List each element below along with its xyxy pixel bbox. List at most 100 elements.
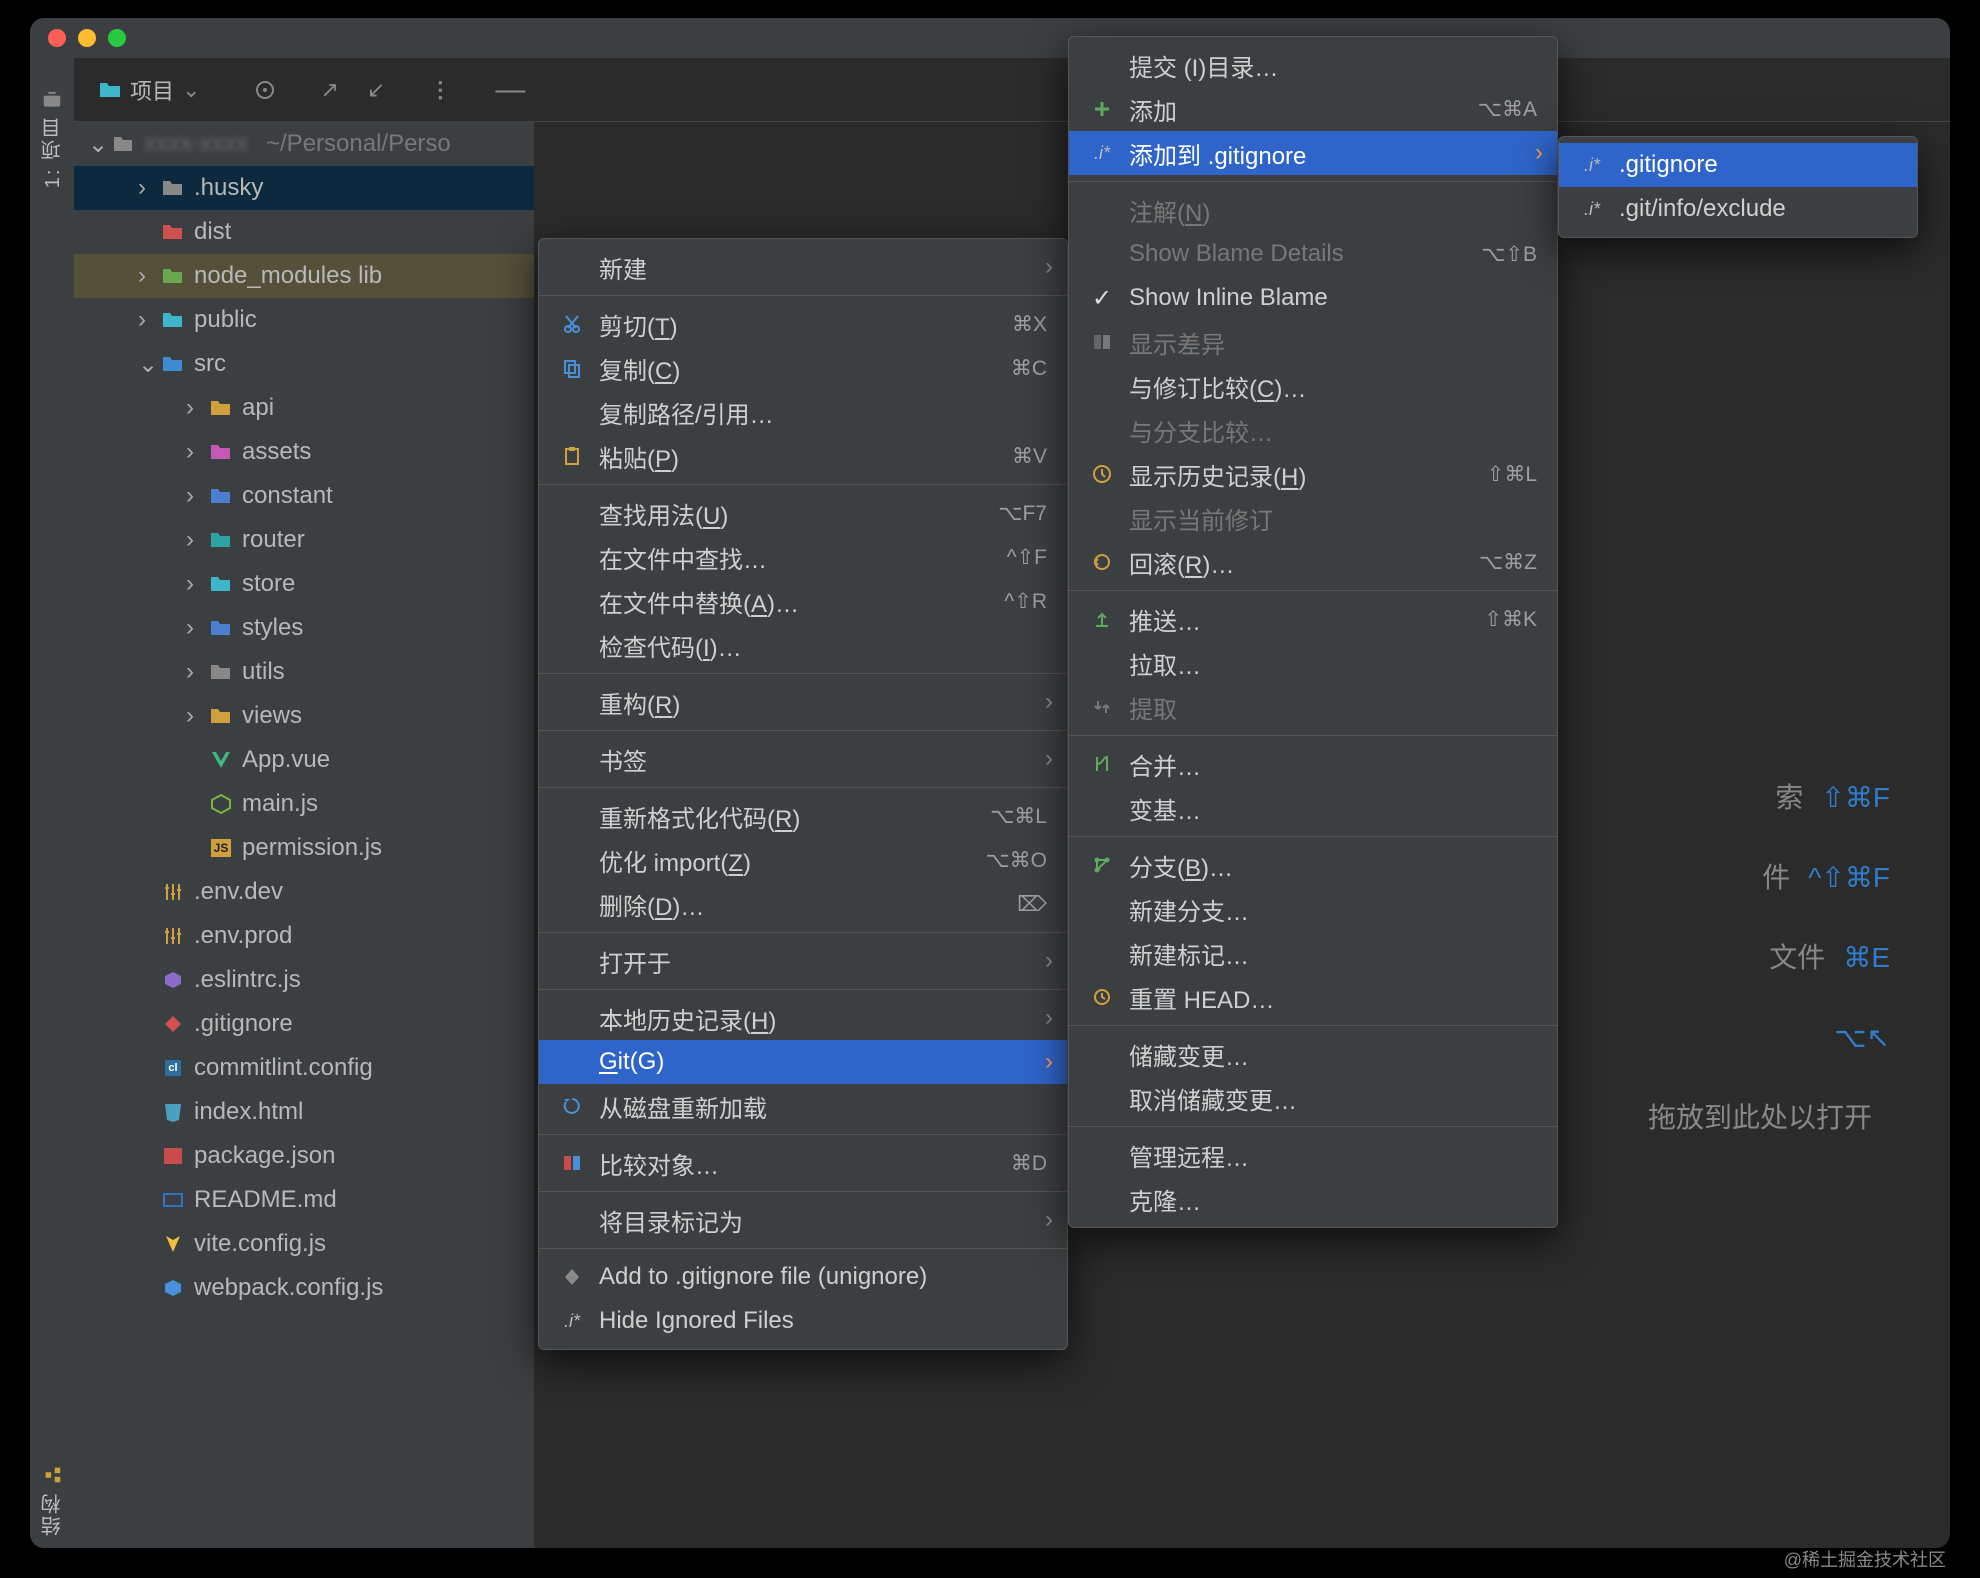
menu-item[interactable]: 克隆… bbox=[1069, 1177, 1557, 1221]
menu-item-label: 提取 bbox=[1129, 690, 1537, 725]
submenu-arrow-icon: › bbox=[1045, 253, 1053, 281]
chevron-icon: ⌄ bbox=[138, 350, 152, 379]
menu-item[interactable]: 推送… ⇧⌘K bbox=[1069, 597, 1557, 641]
menu-item[interactable]: 查找用法(U) ⌥F7 bbox=[539, 491, 1067, 535]
clock-icon bbox=[1089, 464, 1115, 484]
menu-item[interactable]: 重置 HEAD… bbox=[1069, 975, 1557, 1019]
tree-item[interactable]: package.json bbox=[74, 1134, 534, 1178]
tree-item[interactable]: main.js bbox=[74, 782, 534, 826]
tree-item[interactable]: › store bbox=[74, 562, 534, 606]
menu-item[interactable]: 复制路径/引用… bbox=[539, 390, 1067, 434]
target-icon[interactable] bbox=[254, 79, 276, 101]
menu-item[interactable]: 提交 (I)目录… bbox=[1069, 43, 1557, 87]
menu-item[interactable]: .i* .gitignore bbox=[1559, 143, 1917, 187]
menu-item[interactable]: 管理远程… bbox=[1069, 1133, 1557, 1177]
menu-item[interactable]: 重新格式化代码(R) ⌥⌘L bbox=[539, 794, 1067, 838]
project-tool-tab[interactable]: 1: 项目 bbox=[38, 88, 67, 188]
submenu-arrow-icon: › bbox=[1045, 1206, 1053, 1234]
tree-item[interactable]: › api bbox=[74, 386, 534, 430]
tree-item[interactable]: README.md bbox=[74, 1178, 534, 1222]
tree-item[interactable]: index.html bbox=[74, 1090, 534, 1134]
menu-item[interactable]: 储藏变更… bbox=[1069, 1032, 1557, 1076]
tree-item[interactable]: webpack.config.js bbox=[74, 1266, 534, 1310]
tree-item[interactable]: › constant bbox=[74, 474, 534, 518]
menu-item-label: Hide Ignored Files bbox=[599, 1307, 1047, 1335]
tree-item[interactable]: .eslintrc.js bbox=[74, 958, 534, 1002]
collapse-icon[interactable]: ↙ bbox=[367, 77, 385, 103]
menu-item[interactable]: 在文件中替换(A)… ^⇧R bbox=[539, 579, 1067, 623]
menu-item[interactable]: 在文件中查找… ^⇧F bbox=[539, 535, 1067, 579]
tree-item[interactable]: vite.config.js bbox=[74, 1222, 534, 1266]
project-tree[interactable]: ⌄ xxxx-xxxx ~/Personal/Perso › .husky di… bbox=[74, 122, 534, 1548]
menu-item[interactable]: 删除(D)… ⌦ bbox=[539, 882, 1067, 926]
menu-item[interactable]: Add to .gitignore file (unignore) bbox=[539, 1255, 1067, 1299]
tree-item[interactable]: dist bbox=[74, 210, 534, 254]
hint-shortcut: ⌘E bbox=[1843, 918, 1890, 998]
menu-item[interactable]: 显示历史记录(H) ⇧⌘L bbox=[1069, 452, 1557, 496]
menu-item[interactable]: 书签 › bbox=[539, 737, 1067, 781]
menu-item[interactable]: 新建分支… bbox=[1069, 887, 1557, 931]
tree-item[interactable]: › assets bbox=[74, 430, 534, 474]
menu-item[interactable]: 粘贴(P) ⌘V bbox=[539, 434, 1067, 478]
tree-item[interactable]: › utils bbox=[74, 650, 534, 694]
menu-item[interactable]: ✓ Show Inline Blame bbox=[1069, 276, 1557, 320]
tree-item[interactable]: › node_modules lib bbox=[74, 254, 534, 298]
menu-item[interactable]: 新建 › bbox=[539, 245, 1067, 289]
menu-item[interactable]: 新建标记… bbox=[1069, 931, 1557, 975]
menu-item[interactable]: 重构(R) › bbox=[539, 680, 1067, 724]
menu-item[interactable]: 从磁盘重新加载 bbox=[539, 1084, 1067, 1128]
tree-item[interactable]: › styles bbox=[74, 606, 534, 650]
menu-item-label: 与分支比较… bbox=[1129, 413, 1537, 448]
menu-item[interactable]: 本地历史记录(H) › bbox=[539, 996, 1067, 1040]
tree-item[interactable]: › public bbox=[74, 298, 534, 342]
left-tool-rail: 1: 项目 结构 bbox=[30, 58, 74, 1548]
kebab-icon[interactable]: ⋮ bbox=[429, 77, 451, 103]
tree-item[interactable]: ⌄ src bbox=[74, 342, 534, 386]
menu-item[interactable]: 优化 import(Z) ⌥⌘O bbox=[539, 838, 1067, 882]
menu-item[interactable]: 合并… bbox=[1069, 742, 1557, 786]
menu-item[interactable]: .i* .git/info/exclude bbox=[1559, 187, 1917, 231]
chevron-icon: › bbox=[186, 482, 200, 510]
chevron-down-icon: ⌄ bbox=[182, 77, 200, 103]
tree-item[interactable]: › views bbox=[74, 694, 534, 738]
menu-item[interactable]: 检查代码(I)… bbox=[539, 623, 1067, 667]
menu-item[interactable]: 打开于 › bbox=[539, 939, 1067, 983]
menu-item[interactable]: .i* 添加到 .gitignore › bbox=[1069, 131, 1557, 175]
menu-item[interactable]: 变基… bbox=[1069, 786, 1557, 830]
tree-item[interactable]: .env.dev bbox=[74, 870, 534, 914]
tree-item-label: api bbox=[242, 394, 274, 422]
project-root-row[interactable]: ⌄ xxxx-xxxx ~/Personal/Perso bbox=[74, 122, 534, 166]
menu-item[interactable]: 回滚(R)… ⌥⌘Z bbox=[1069, 540, 1557, 584]
menu-item: 与分支比较… bbox=[1069, 408, 1557, 452]
chevron-icon: › bbox=[186, 570, 200, 598]
project-dropdown[interactable]: 项目 ⌄ bbox=[88, 68, 210, 112]
menu-item[interactable]: .i* Hide Ignored Files bbox=[539, 1299, 1067, 1343]
menu-item[interactable]: 剪切(T) ⌘X bbox=[539, 302, 1067, 346]
menu-separator bbox=[539, 989, 1067, 990]
menu-item[interactable]: 分支(B)… bbox=[1069, 843, 1557, 887]
zoom-window-icon[interactable] bbox=[108, 29, 126, 47]
tree-item[interactable]: › router bbox=[74, 518, 534, 562]
menu-item[interactable]: Git(G) › bbox=[539, 1040, 1067, 1084]
title-bar[interactable] bbox=[30, 18, 1950, 58]
menu-item[interactable]: 添加 ⌥⌘A bbox=[1069, 87, 1557, 131]
close-window-icon[interactable] bbox=[48, 29, 66, 47]
menu-item-label: Show Blame Details bbox=[1129, 240, 1447, 268]
menu-item[interactable]: 与修订比较(C)… bbox=[1069, 364, 1557, 408]
menu-item[interactable]: 复制(C) ⌘C bbox=[539, 346, 1067, 390]
menu-item[interactable]: 比较对象… ⌘D bbox=[539, 1141, 1067, 1185]
menu-item[interactable]: 拉取… bbox=[1069, 641, 1557, 685]
menu-item[interactable]: 将目录标记为 › bbox=[539, 1198, 1067, 1242]
minimize-panel-icon[interactable]: — bbox=[495, 73, 525, 107]
menu-item[interactable]: 取消储藏变更… bbox=[1069, 1076, 1557, 1120]
tree-item[interactable]: cl commitlint.config bbox=[74, 1046, 534, 1090]
menu-separator bbox=[539, 1191, 1067, 1192]
tree-item[interactable]: JS permission.js bbox=[74, 826, 534, 870]
tree-item[interactable]: › .husky bbox=[74, 166, 534, 210]
structure-tool-tab[interactable]: 结构 bbox=[38, 1464, 67, 1536]
minimize-window-icon[interactable] bbox=[78, 29, 96, 47]
tree-item[interactable]: .gitignore bbox=[74, 1002, 534, 1046]
tree-item[interactable]: App.vue bbox=[74, 738, 534, 782]
tree-item[interactable]: .env.prod bbox=[74, 914, 534, 958]
expand-icon[interactable]: ↗ bbox=[320, 77, 338, 103]
